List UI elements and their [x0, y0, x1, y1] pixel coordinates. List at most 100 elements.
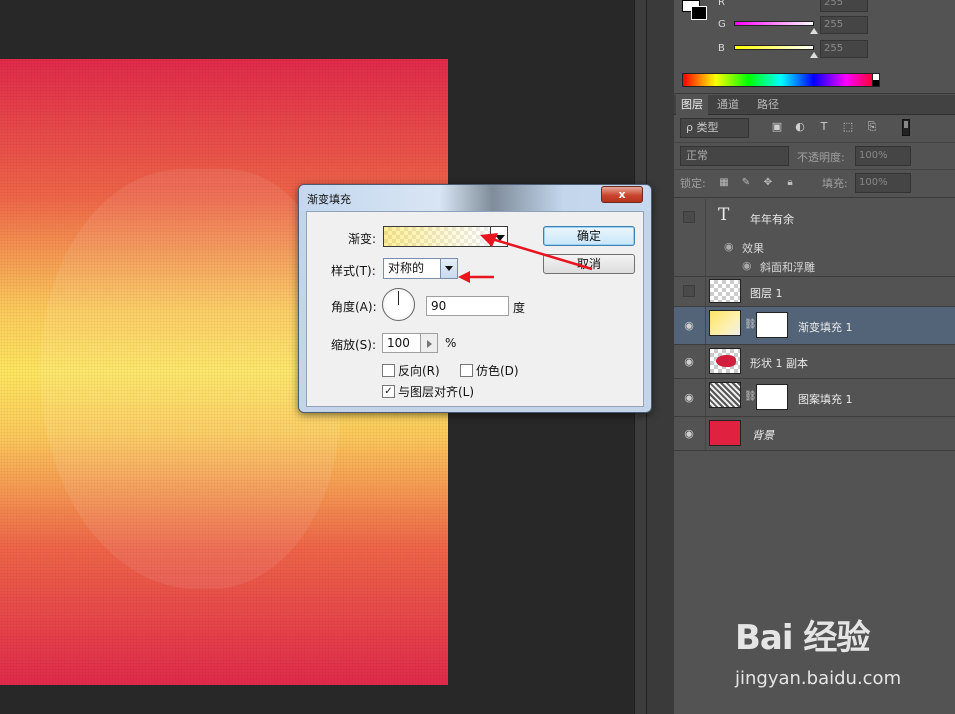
link-icon[interactable]: ⛓ [744, 391, 757, 402]
gradient-dropdown-button[interactable] [490, 226, 508, 247]
reverse-label: 反向(R) [398, 364, 440, 378]
divider [705, 199, 706, 276]
right-panel: R 255 G 255 B 255 图层 通道 路径 ρ 类型 ▣ ◐ T ⬚ … [674, 0, 955, 714]
divider [705, 277, 706, 306]
eye-icon[interactable]: ◉ [682, 391, 696, 405]
color-row-b: B 255 [718, 40, 948, 60]
layer-thumbnail [709, 279, 741, 303]
lock-paint-icon[interactable]: ✎ [740, 177, 752, 189]
layer-name: 年年有余 [750, 213, 794, 226]
angle-unit: 度 [513, 301, 526, 315]
slider-thumb[interactable] [810, 28, 818, 34]
visibility-toggle[interactable] [683, 211, 695, 223]
channel-b-value[interactable]: 255 [820, 40, 868, 58]
layer-mask-thumbnail[interactable] [756, 384, 788, 410]
channel-g-slider[interactable] [734, 21, 814, 26]
slider-thumb[interactable] [810, 52, 818, 58]
filter-kind-select[interactable]: ρ 类型 [680, 118, 749, 138]
shape-filter-icon[interactable]: ⬚ [841, 120, 855, 134]
scale-slider-button[interactable] [420, 333, 438, 353]
eye-icon[interactable]: ◉ [724, 240, 734, 253]
visibility-toggle[interactable] [683, 285, 695, 297]
text-layer-icon: T [718, 205, 730, 225]
opacity-field[interactable]: 100% [855, 146, 911, 166]
dialog-titlebar[interactable]: 渐变填充 x [299, 185, 651, 211]
background-thumbnail [709, 420, 741, 446]
layer-name: 渐变填充 1 [798, 321, 853, 334]
filter-toggle[interactable] [902, 119, 910, 136]
effects-label: 效果 [742, 242, 764, 255]
blend-mode-select[interactable]: 正常 [680, 146, 789, 166]
angle-input[interactable]: 90 [426, 296, 509, 316]
layer-filter-row: ρ 类型 ▣ ◐ T ⬚ ⎘ [674, 115, 955, 143]
lock-label: 锁定: [680, 177, 706, 190]
baidu-watermark: Bai 经验 jingyan.baidu.com [735, 610, 945, 705]
fill-label: 填充: [822, 177, 848, 190]
chevron-down-icon[interactable] [440, 259, 457, 278]
color-row-r: R 255 [718, 0, 948, 14]
watermark-url: jingyan.baidu.com [735, 668, 902, 689]
opacity-label: 不透明度: [797, 151, 845, 164]
lock-all-icon[interactable]: 🔒︎ [784, 177, 796, 189]
eye-icon[interactable]: ◉ [742, 259, 752, 272]
gradient-fill-dialog: 渐变填充 x 渐变: 确定 取消 样式(T): 对称的 角度(A): 90 度 … [298, 184, 652, 413]
style-select[interactable]: 对称的 [383, 258, 458, 279]
black-white-swatch[interactable] [872, 73, 880, 87]
layer-row-gradient-fill[interactable]: ◉ ⛓ 渐变填充 1 [674, 307, 955, 345]
eye-icon[interactable]: ◉ [682, 319, 696, 333]
eye-icon[interactable]: ◉ [682, 427, 696, 441]
dither-checkbox[interactable] [460, 364, 473, 377]
transparency-checker [384, 227, 490, 246]
channel-g-value[interactable]: 255 [820, 16, 868, 34]
layer-row-text[interactable]: T 年年有余 ◉ 效果 ◉ 斜面和浮雕 [674, 199, 955, 277]
tab-channels[interactable]: 通道 [712, 95, 744, 115]
dialog-title: 渐变填充 [307, 193, 351, 206]
layer-row-pixel[interactable]: 图层 1 [674, 277, 955, 307]
color-panel: R 255 G 255 B 255 [674, 0, 955, 94]
divider [705, 307, 706, 344]
lock-row: 锁定: ▦ ✎ ✥ 🔒︎ 填充: 100% [674, 170, 955, 198]
close-button[interactable]: x [601, 186, 643, 203]
dither-label: 仿色(D) [476, 364, 519, 378]
ok-button[interactable]: 确定 [543, 226, 635, 246]
gradient-preview[interactable] [383, 226, 491, 247]
divider [705, 379, 706, 416]
eye-icon[interactable]: ◉ [682, 355, 696, 369]
adjustment-filter-icon[interactable]: ◐ [793, 120, 807, 134]
fill-field[interactable]: 100% [855, 173, 911, 193]
reverse-checkbox[interactable] [382, 364, 395, 377]
lock-move-icon[interactable]: ✥ [762, 177, 774, 189]
shape-thumbnail [709, 348, 741, 374]
layer-row-background[interactable]: ◉ 背景 [674, 417, 955, 451]
link-icon[interactable]: ⛓ [744, 319, 757, 330]
cancel-button[interactable]: 取消 [543, 254, 635, 274]
image-filter-icon[interactable]: ▣ [770, 120, 784, 134]
channel-label: B [718, 43, 725, 54]
channel-r-value[interactable]: 255 [820, 0, 868, 12]
color-row-g: G 255 [718, 16, 948, 36]
channel-b-slider[interactable] [734, 45, 814, 50]
style-value: 对称的 [388, 261, 425, 275]
scale-input[interactable]: 100 [382, 333, 421, 353]
channel-label: G [718, 19, 726, 30]
layer-name: 背景 [752, 429, 774, 442]
gradient-fill-thumbnail [709, 310, 741, 336]
layer-name: 图案填充 1 [798, 393, 853, 406]
color-spectrum-bar[interactable] [682, 73, 880, 87]
style-label: 样式(T): [331, 264, 376, 278]
scale-unit: % [445, 336, 457, 350]
background-color-swatch[interactable] [691, 6, 707, 20]
scale-label: 缩放(S): [331, 338, 377, 352]
smart-object-filter-icon[interactable]: ⎘ [865, 120, 879, 134]
align-with-layer-checkbox[interactable]: ✓ [382, 385, 395, 398]
pattern-thumbnail [709, 382, 741, 408]
layer-mask-thumbnail[interactable] [756, 312, 788, 338]
angle-dial[interactable] [382, 288, 415, 321]
tab-layers[interactable]: 图层 [676, 95, 708, 115]
layer-row-pattern-fill[interactable]: ◉ ⛓ 图案填充 1 [674, 379, 955, 417]
tab-paths[interactable]: 路径 [752, 95, 784, 115]
layer-row-shape[interactable]: ◉ 形状 1 副本 [674, 345, 955, 379]
lock-transparency-icon[interactable]: ▦ [718, 177, 730, 189]
divider [705, 417, 706, 450]
text-filter-icon[interactable]: T [817, 120, 831, 134]
